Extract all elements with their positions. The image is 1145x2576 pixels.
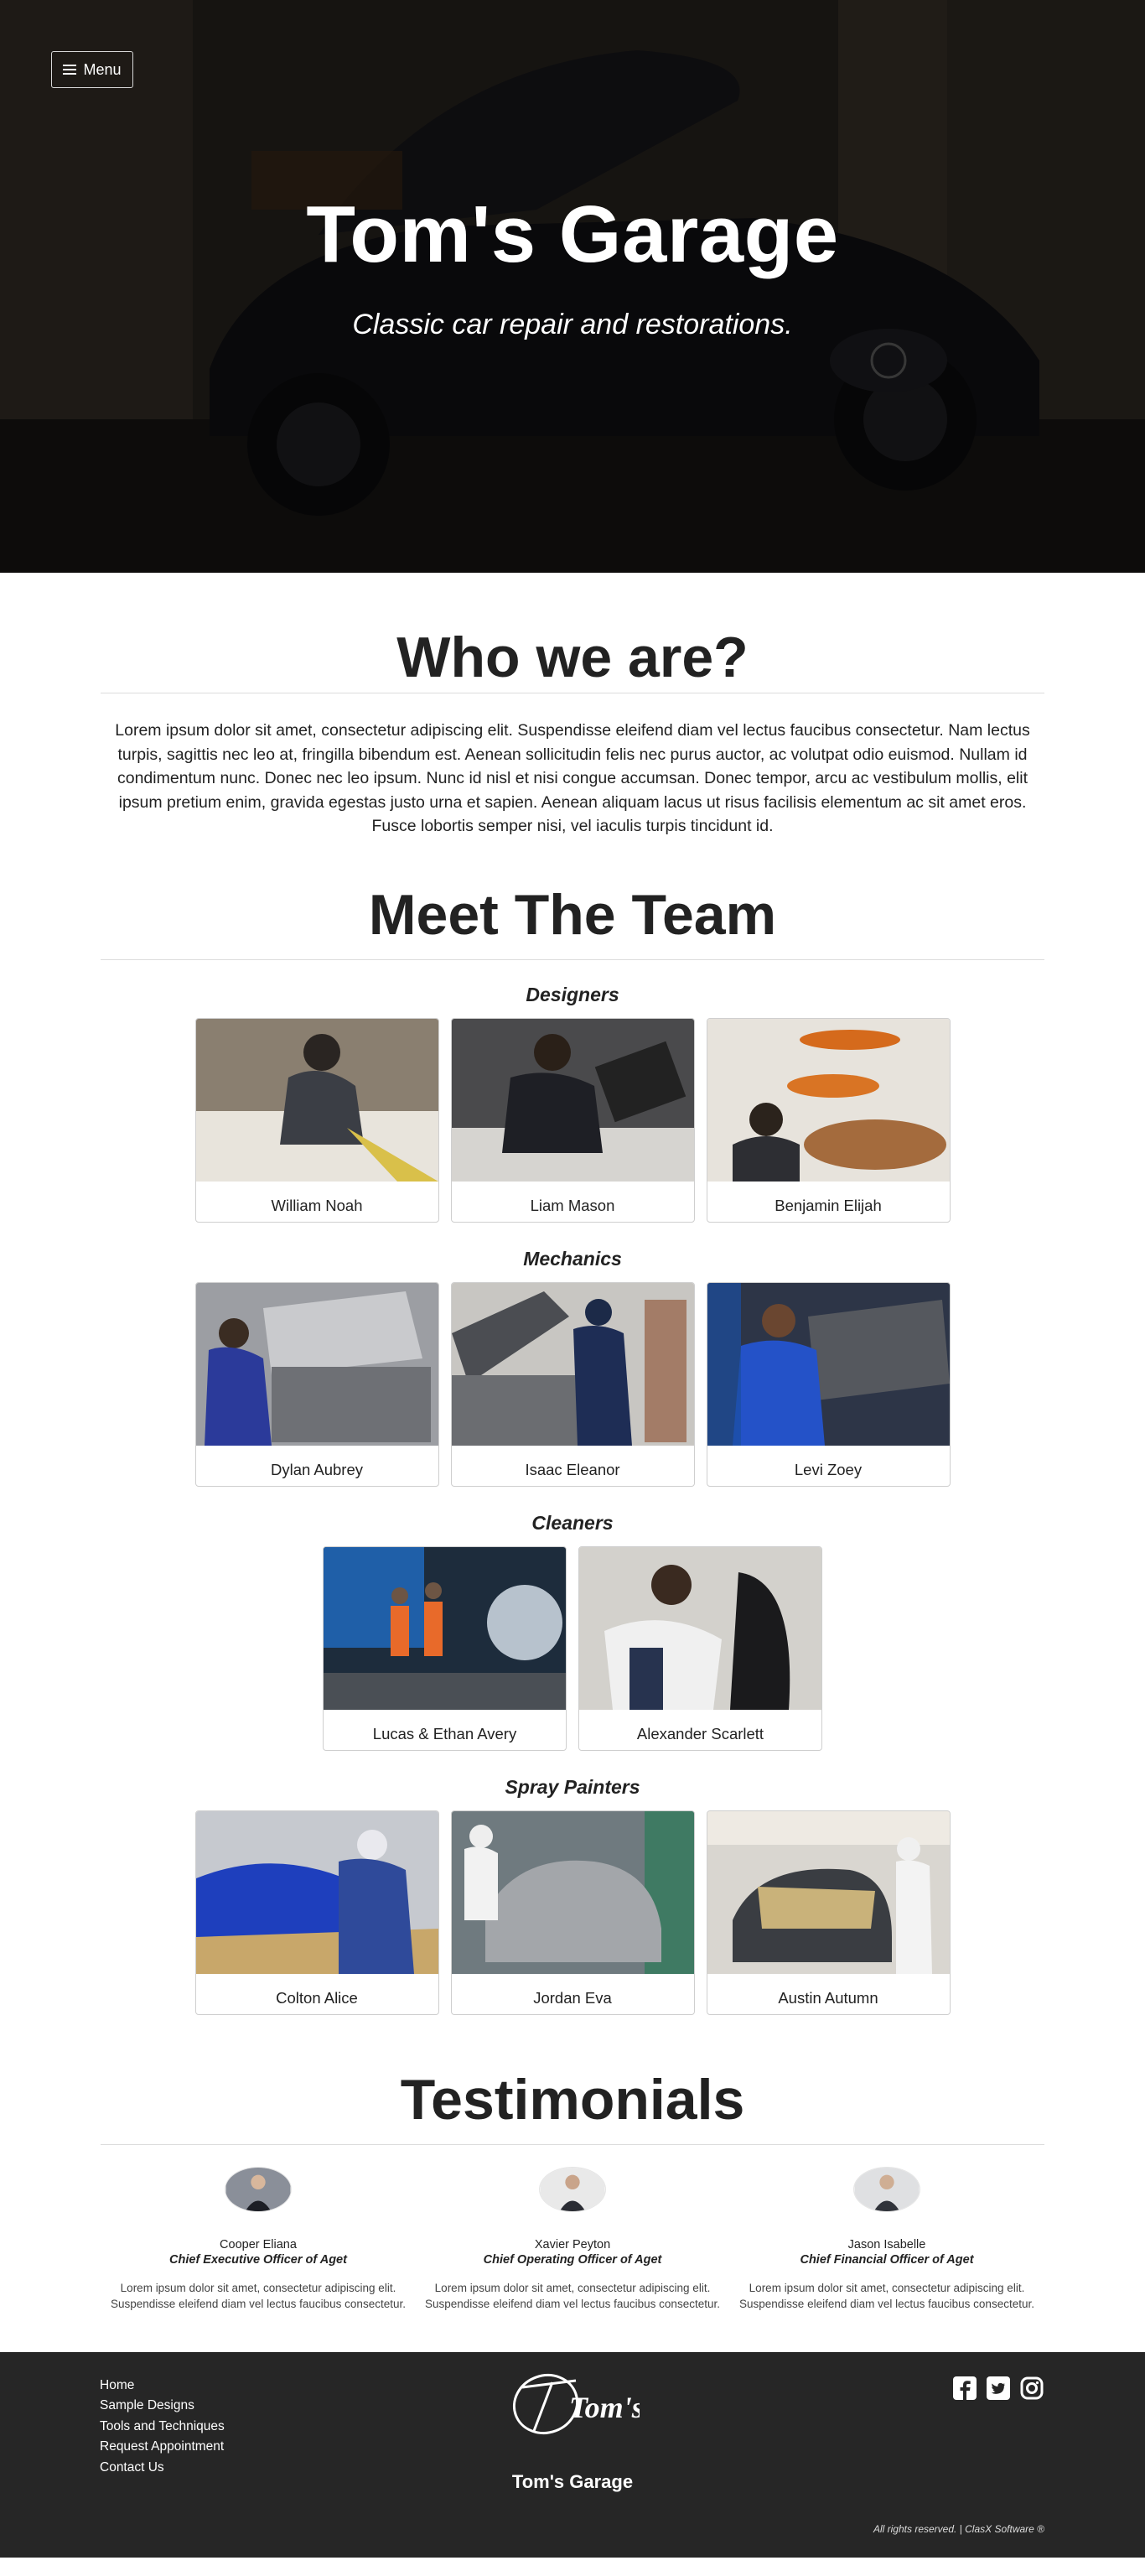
testimonial-name: Xavier Peyton [534, 2237, 611, 2251]
footer-logo[interactable]: Tom's [505, 2369, 640, 2439]
footer-nav: Home Sample Designs Tools and Techniques… [100, 2376, 225, 2479]
team-card: William Noah [194, 1017, 439, 1223]
team-card: Benjamin Elijah [706, 1017, 951, 1223]
avatar [539, 2166, 606, 2212]
team-card: Austin Autumn [706, 1810, 951, 2015]
team-card: Dylan Aubrey [194, 1281, 439, 1487]
hamburger-icon [63, 65, 77, 75]
member-name: Dylan Aubrey [270, 1460, 364, 1478]
team-card: Levi Zoey [706, 1281, 951, 1487]
avatar [853, 2166, 920, 2212]
testimonials-title: Testimonials [400, 2067, 745, 2132]
footer-brand-name: Tom's Garage [511, 2470, 634, 2492]
member-photo [451, 1282, 694, 1446]
member-name: Jordan Eva [533, 1988, 612, 2007]
testimonials-divider [101, 2143, 1044, 2145]
member-photo [707, 1282, 950, 1446]
member-photo [195, 1810, 438, 1974]
testimonial-item: Jason Isabelle Chief Financial Officer o… [730, 2166, 1044, 2312]
footer-link-home[interactable]: Home [100, 2376, 225, 2397]
testimonial-item: Xavier Peyton Chief Operating Officer of… [416, 2166, 730, 2312]
footer: Home Sample Designs Tools and Techniques… [0, 2351, 1145, 2558]
instagram-icon[interactable] [1019, 2376, 1044, 2401]
team-title: Meet The Team [368, 882, 777, 947]
team-card: Liam Mason [450, 1017, 695, 1223]
avatar [225, 2166, 292, 2212]
team-section: Meet The Team Designers William Noah Lia… [0, 882, 1145, 2015]
team-card: Jordan Eva [450, 1810, 695, 2015]
copyright-text: All rights reserved. | ClasX Software ® [873, 2522, 1044, 2535]
member-name: Alexander Scarlett [636, 1724, 764, 1742]
menu-button[interactable]: Menu [51, 51, 133, 88]
testimonial-text: Lorem ipsum dolor sit amet, consectetur … [739, 2281, 1034, 2310]
member-name: Isaac Eleanor [525, 1460, 620, 1478]
testimonial-text: Lorem ipsum dolor sit amet, consectetur … [111, 2281, 406, 2310]
testimonial-item: Cooper Eliana Chief Executive Officer of… [101, 2166, 416, 2312]
member-name: Benjamin Elijah [775, 1196, 882, 1214]
testimonial-role: Chief Executive Officer of Aget [169, 2252, 347, 2267]
member-photo [324, 1546, 566, 1710]
testimonial-text: Lorem ipsum dolor sit amet, consectetur … [425, 2281, 720, 2310]
member-photo [195, 1018, 438, 1182]
group-title-cleaners: Cleaners [531, 1511, 614, 1534]
facebook-icon[interactable] [952, 2376, 977, 2401]
hero-overlay [0, 0, 1145, 573]
about-text: Lorem ipsum dolor sit amet, consectetur … [115, 721, 1030, 835]
team-card: Colton Alice [194, 1810, 439, 2015]
footer-logo-text: Tom's [569, 2391, 640, 2424]
testimonial-role: Chief Financial Officer of Aget [800, 2252, 974, 2267]
footer-link-tools-and-techniques[interactable]: Tools and Techniques [100, 2417, 225, 2438]
member-name: Liam Mason [530, 1196, 615, 1214]
testimonial-name: Cooper Eliana [220, 2237, 297, 2251]
member-name: Levi Zoey [794, 1460, 863, 1478]
member-name: William Noah [271, 1196, 363, 1214]
group-title-spray-painters: Spray Painters [505, 1775, 640, 1798]
member-name: Lucas & Ethan Avery [372, 1724, 517, 1742]
footer-link-request-appointment[interactable]: Request Appointment [100, 2437, 225, 2458]
hero-title: Tom's Garage [306, 190, 839, 279]
team-card: Isaac Eleanor [450, 1281, 695, 1487]
group-title-designers: Designers [526, 983, 619, 1005]
member-photo [451, 1018, 694, 1182]
member-name: Colton Alice [276, 1988, 358, 2007]
hero-banner: Menu Tom's Garage Classic car repair and… [0, 0, 1145, 573]
footer-link-sample-designs[interactable]: Sample Designs [100, 2396, 225, 2417]
member-name: Austin Autumn [778, 1988, 878, 2007]
member-photo [579, 1546, 821, 1710]
about-title: Who we are? [396, 626, 749, 689]
menu-label: Menu [83, 60, 122, 78]
about-section: Who we are? Lorem ipsum dolor sit amet, … [0, 573, 1145, 839]
member-photo [195, 1282, 438, 1446]
team-card: Alexander Scarlett [578, 1545, 822, 1751]
testimonials-section: Testimonials Cooper Eliana Chief Executi… [0, 2067, 1145, 2312]
mechanics-cards: Dylan Aubrey Isaac Eleanor Levi Zoey [0, 1281, 1145, 1487]
team-card: Lucas & Ethan Avery [323, 1545, 567, 1751]
designers-cards: William Noah Liam Mason Benjamin Elijah [0, 1017, 1145, 1223]
hero-subtitle: Classic car repair and restorations. [352, 309, 793, 340]
member-photo [707, 1018, 950, 1182]
testimonials-list: Cooper Eliana Chief Executive Officer of… [101, 2166, 1044, 2312]
social-links [952, 2376, 1044, 2401]
testimonial-name: Jason Isabelle [847, 2237, 926, 2251]
team-divider [101, 958, 1044, 960]
member-photo [451, 1810, 694, 1974]
testimonial-role: Chief Operating Officer of Aget [483, 2252, 662, 2267]
member-photo [707, 1810, 950, 1974]
cleaners-cards: Lucas & Ethan Avery Alexander Scarlett [0, 1545, 1145, 1751]
spray-painters-cards: Colton Alice Jordan Eva Austin Autumn [0, 1810, 1145, 2015]
group-title-mechanics: Mechanics [523, 1247, 622, 1270]
twitter-icon[interactable] [986, 2376, 1011, 2401]
